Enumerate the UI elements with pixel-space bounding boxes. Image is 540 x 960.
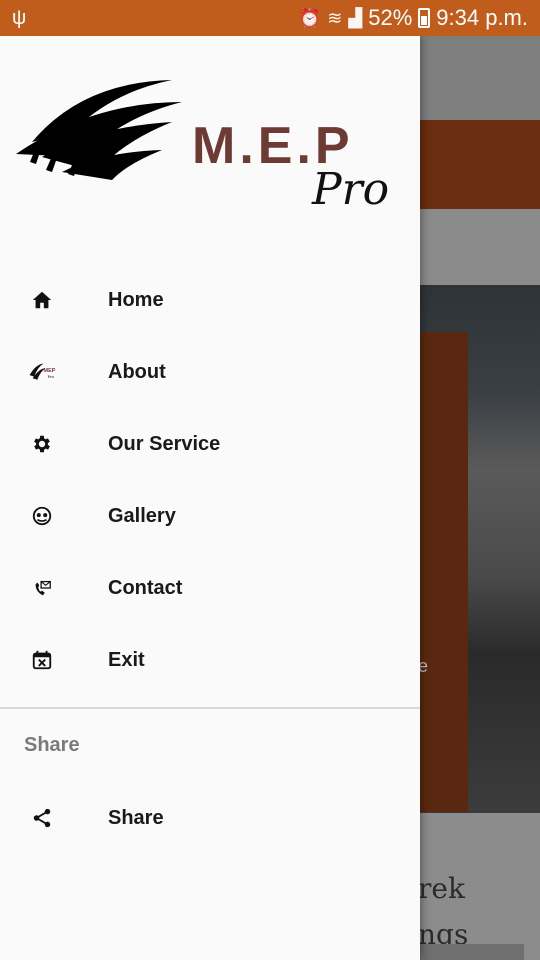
status-right: ⏰ ≋ ▟ 52% 9:34 p.m. — [299, 5, 528, 31]
gear-icon — [28, 430, 56, 458]
drawer-menu: Home MEP Pro About Our Service Gallery Co… — [0, 264, 420, 696]
mep-pro-logo: M.E.P Pro — [12, 72, 412, 222]
svg-text:Pro: Pro — [47, 374, 54, 379]
menu-item-share[interactable]: Share — [0, 782, 420, 854]
menu-item-about[interactable]: MEP Pro About — [0, 336, 420, 408]
background-button — [418, 944, 524, 960]
share-icon — [28, 804, 56, 832]
background-title-line1: rek — [418, 872, 465, 905]
menu-item-label: Gallery — [108, 504, 176, 527]
calendar-x-icon — [28, 646, 56, 674]
svg-text:MEP: MEP — [44, 368, 56, 374]
menu-item-gallery[interactable]: Gallery — [0, 480, 420, 552]
menu-item-home[interactable]: Home — [0, 264, 420, 336]
share-menu: Share — [0, 782, 420, 854]
clock: 9:34 p.m. — [436, 5, 528, 30]
drawer-divider — [0, 707, 420, 709]
share-section-header: Share — [24, 734, 80, 756]
menu-item-contact[interactable]: Contact — [0, 552, 420, 624]
navigation-drawer: M.E.P Pro Home MEPPro About Our Service — [0, 36, 420, 960]
gallery-icon — [28, 502, 56, 530]
logo-swoosh-icon — [16, 80, 182, 180]
signal-icon: ▟ — [348, 7, 363, 28]
logo-pro-text: Pro — [312, 164, 390, 215]
battery-percent: 52% — [368, 5, 413, 30]
menu-item-our-service[interactable]: Our Service — [0, 408, 420, 480]
menu-item-exit[interactable]: Exit — [0, 624, 420, 696]
drawer-header: M.E.P Pro — [0, 36, 420, 252]
menu-item-label: Home — [108, 288, 164, 311]
menu-item-label: Exit — [108, 648, 145, 671]
menu-item-label: Share — [108, 806, 164, 829]
menu-item-label: About — [108, 360, 166, 383]
home-icon — [28, 286, 56, 314]
usb-icon: ψ — [12, 6, 27, 29]
alarm-icon: ⏰ — [298, 7, 322, 28]
wifi-icon: ≋ — [327, 7, 343, 28]
mep-logo-icon: MEP Pro — [28, 358, 56, 386]
menu-item-label: Our Service — [108, 432, 221, 455]
battery-icon — [418, 8, 431, 28]
menu-item-label: Contact — [108, 576, 183, 599]
status-bar: ψ ⏰ ≋ ▟ 52% 9:34 p.m. — [0, 0, 540, 36]
phone-mail-icon — [28, 574, 56, 602]
